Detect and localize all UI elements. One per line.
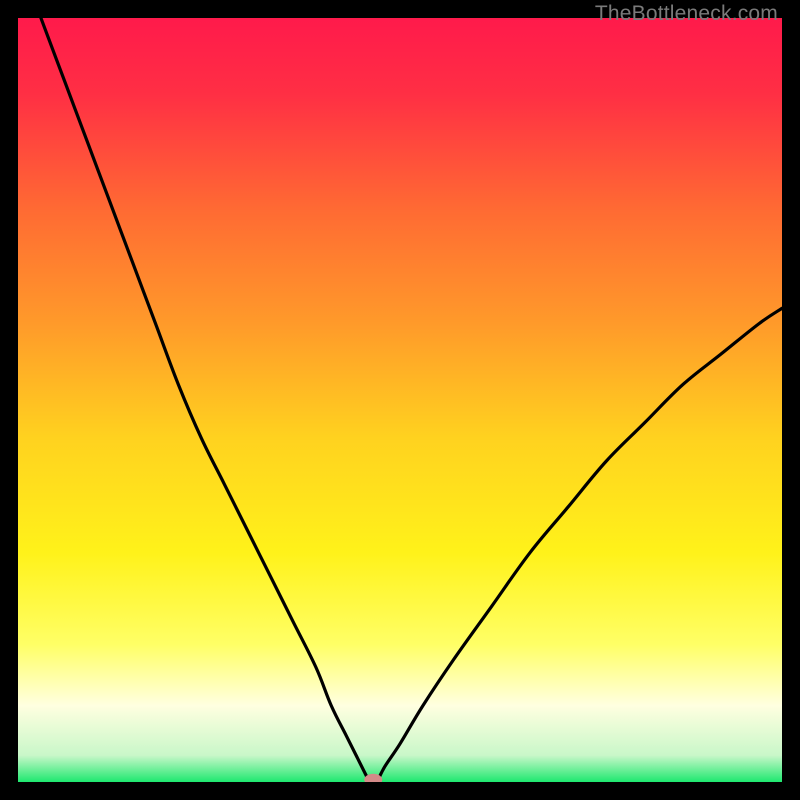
chart-frame [18,18,782,782]
watermark-text: TheBottleneck.com [595,2,778,26]
bottleneck-chart [18,18,782,782]
